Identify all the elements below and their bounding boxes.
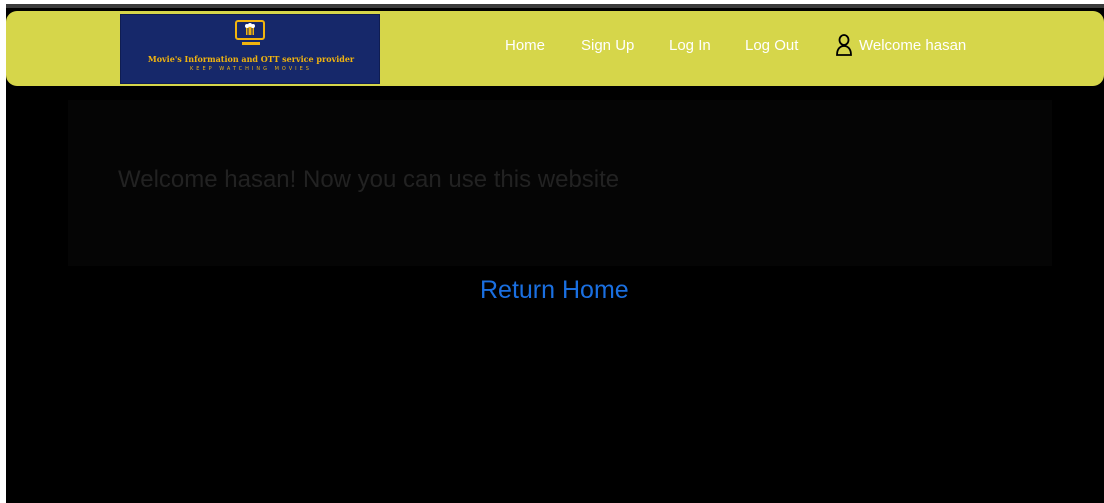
welcome-user-label: Welcome hasan	[859, 37, 967, 54]
welcome-message: Welcome hasan! Now you can use this webs…	[118, 166, 620, 193]
tv-popcorn-icon	[235, 20, 265, 40]
welcome-panel: Welcome hasan! Now you can use this webs…	[68, 100, 1052, 266]
browser-edge	[6, 4, 1104, 8]
return-home-link[interactable]: Return Home	[480, 276, 629, 305]
nav-link-log-in[interactable]: Log In	[669, 37, 711, 54]
logo-tagline: KEEP WATCHING MOVIES	[190, 66, 312, 72]
site-logo[interactable]: Movie's Information and OTT service prov…	[120, 14, 380, 84]
logo-title: Movie's Information and OTT service prov…	[147, 54, 355, 64]
nav-link-log-out[interactable]: Log Out	[745, 37, 798, 54]
page: Movie's Information and OTT service prov…	[6, 4, 1104, 503]
user-outline-icon	[835, 34, 853, 56]
navbar: Movie's Information and OTT service prov…	[6, 11, 1104, 86]
nav-link-home[interactable]: Home	[505, 37, 545, 54]
nav-link-sign-up[interactable]: Sign Up	[581, 37, 634, 54]
tv-stand	[242, 42, 260, 45]
